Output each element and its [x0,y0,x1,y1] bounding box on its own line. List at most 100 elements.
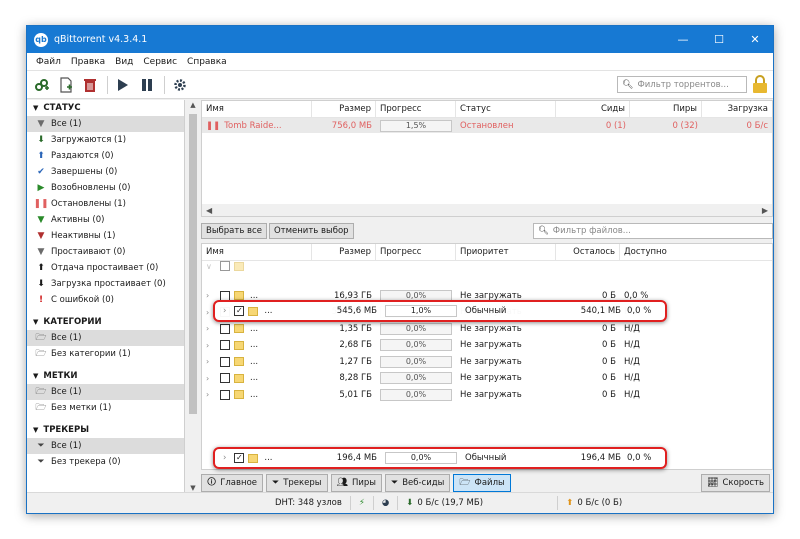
column-progress[interactable]: Прогресс [376,100,456,118]
file-remaining: 196,4 МБ [580,453,621,463]
file-priority[interactable]: Не загружать [456,390,556,400]
status-filter-downloading[interactable]: ⬇ Загружаются (1) [27,132,184,148]
menu-tools[interactable]: Сервис [138,57,182,67]
file-row[interactable]: ›... 8,28 ГБ 0,0% Не загружать 0 Б Н/Д [202,370,772,387]
file-list-header: Имя Размер Прогресс Приоритет Осталось Д… [202,244,772,261]
status-filter-resumed[interactable]: ▶ Возобновлены (0) [27,180,184,196]
file-row[interactable]: ›... 2,68 ГБ 0,0% Не загружать 0 Б Н/Д [202,337,772,354]
torrent-search-input[interactable]: 🔍︎ Фильтр торрентов... [617,76,747,93]
file-checkbox[interactable] [220,323,230,334]
tracker-filter-trackerless[interactable]: ⏷ Без трекера (0) [27,454,184,470]
file-priority[interactable]: Обычный [461,453,561,463]
file-priority[interactable]: Не загружать [456,373,556,383]
status-filter-stalled-uploading[interactable]: ⬆ Отдача простаивает (0) [27,260,184,276]
file-column-priority[interactable]: Приоритет [456,244,556,261]
file-column-name[interactable]: Имя [202,244,312,261]
file-priority[interactable]: Обычный [461,306,561,316]
speed-button[interactable]: 📈︎ Скорость [701,474,770,492]
file-row[interactable]: ›... 1,27 ГБ 0,0% Не загружать 0 Б Н/Д [202,354,772,371]
deselect-button[interactable]: Отменить выбор [268,223,354,239]
select-all-button[interactable]: Выбрать все [201,223,267,239]
resume-button[interactable] [112,74,134,96]
tab-peers[interactable]: 👥︎ Пиры [330,474,382,492]
file-checkbox[interactable] [220,261,230,271]
tracker-filter-all[interactable]: ⏷ Все (1) [27,438,184,454]
highlighted-file-row-2[interactable]: › ✓... 196,4 МБ 0,0% Обычный 196,4 МБ 0,0… [213,447,667,469]
status-filter-stalled-downloading[interactable]: ⬇ Загрузка простаивает (0) [27,276,184,292]
scroll-up-icon[interactable]: ▲ [187,101,199,109]
file-checkbox[interactable] [220,340,230,351]
maximize-button[interactable]: ☐ [701,26,737,53]
file-priority[interactable]: Не загружать [456,357,556,367]
status-filter-paused[interactable]: ❚❚ Остановлены (1) [27,196,184,212]
column-seeds[interactable]: Сиды [556,100,630,118]
file-checkbox[interactable]: ✓ [234,453,245,463]
tab-trackers[interactable]: ⏷ Трекеры [266,474,328,492]
file-size: 1,27 ГБ [339,356,372,367]
column-name[interactable]: Имя [202,100,312,118]
tab-general[interactable]: 🛈 Главное [201,474,264,492]
categories-section-header[interactable]: ▼ КАТЕГОРИИ [27,314,184,330]
column-download[interactable]: Загрузка [702,101,772,118]
category-filter-uncategorized[interactable]: 🗁︎ Без категории (1) [27,346,184,362]
connection-status[interactable]: ⚡ [351,496,374,510]
menu-view[interactable]: Вид [110,57,138,67]
menu-file[interactable]: Файл [31,57,66,67]
file-checkbox[interactable] [220,356,230,367]
add-link-icon [35,78,49,91]
file-row[interactable]: ›... 1,35 ГБ 0,0% Не загружать 0 Б Н/Д [202,321,772,338]
status-filter-all[interactable]: ▼ Все (1) [27,116,184,132]
file-column-size[interactable]: Размер [312,244,376,261]
file-checkbox[interactable]: ✓ [234,306,245,316]
status-filter-seeding[interactable]: ⬆ Раздаются (0) [27,148,184,164]
add-link-button[interactable] [31,74,53,96]
sidebar-scrollbar[interactable]: ▲ ▼ [187,100,199,493]
status-filter-completed[interactable]: ✔ Завершены (0) [27,164,184,180]
column-peers[interactable]: Пиры [630,100,702,118]
file-row[interactable]: ›... 5,01 ГБ 0,0% Не загружать 0 Б Н/Д [202,387,772,404]
highlighted-file-row-1[interactable]: › ✓... 545,6 МБ 1,0% Обычный 540,1 МБ 0,0… [213,300,667,322]
torrent-row[interactable]: ❚❚ Tomb Raide... 756,0 МБ 1,5% Остановлен… [202,118,772,133]
menu-edit[interactable]: Правка [66,57,110,67]
pause-button[interactable] [136,74,158,96]
file-column-remaining[interactable]: Осталось [556,244,620,261]
status-filter-errored[interactable]: ! С ошибкой (0) [27,292,184,308]
scroll-down-icon[interactable]: ▼ [187,484,199,492]
column-size[interactable]: Размер [312,100,376,118]
file-column-availability[interactable]: Доступно [620,244,700,261]
options-button[interactable] [169,74,191,96]
file-checkbox[interactable] [220,373,230,384]
file-priority[interactable]: Не загружать [456,340,556,350]
file-column-progress[interactable]: Прогресс [376,244,456,261]
add-file-button[interactable] [55,74,77,96]
arrow-down-black-icon: ⬇ [37,279,45,289]
alt-speed-toggle[interactable]: ◕ [374,496,399,510]
tag-filter-all[interactable]: 🗁︎ Все (1) [27,384,184,400]
file-root-row[interactable]: ∨ [202,261,772,271]
trackers-section-header[interactable]: ▼ ТРЕКЕРЫ [27,422,184,438]
file-filter-input[interactable]: 🔍︎ Фильтр файлов... [533,223,773,239]
tab-files[interactable]: 🗁︎ Файлы [453,474,511,492]
menu-help[interactable]: Справка [182,57,232,67]
category-filter-all[interactable]: 🗁︎ Все (1) [27,330,184,346]
column-status[interactable]: Статус [456,100,556,118]
download-speed-status[interactable]: ⬇ 0 Б/с (19,7 МБ) [398,496,559,510]
status-section-header[interactable]: ▼ СТАТУС [27,100,184,116]
minimize-button[interactable]: — [665,26,701,53]
file-checkbox[interactable] [220,389,230,400]
status-filter-active[interactable]: ▼ Активны (0) [27,212,184,228]
delete-button[interactable] [79,74,101,96]
scroll-left-icon[interactable]: ◀ [206,206,212,215]
upload-speed-status[interactable]: ⬆ 0 Б/с (0 Б) [558,496,630,510]
status-filter-inactive[interactable]: ▼ Неактивны (1) [27,228,184,244]
file-priority[interactable]: Не загружать [456,324,556,334]
tag-filter-untagged[interactable]: 🗁︎ Без метки (1) [27,400,184,416]
tags-section-header[interactable]: ▼ МЕТКИ [27,368,184,384]
scroll-right-icon[interactable]: ▶ [762,206,768,215]
sidebar-scroll-thumb[interactable] [189,114,197,414]
tab-web-seeds[interactable]: ⏷ Веб-сиды [384,474,451,492]
close-button[interactable]: ✕ [737,26,773,53]
torrent-hscrollbar[interactable]: ◀ ▶ [202,204,772,216]
status-filter-stalled[interactable]: ▼ Простаивают (0) [27,244,184,260]
lock-button[interactable] [751,74,769,94]
